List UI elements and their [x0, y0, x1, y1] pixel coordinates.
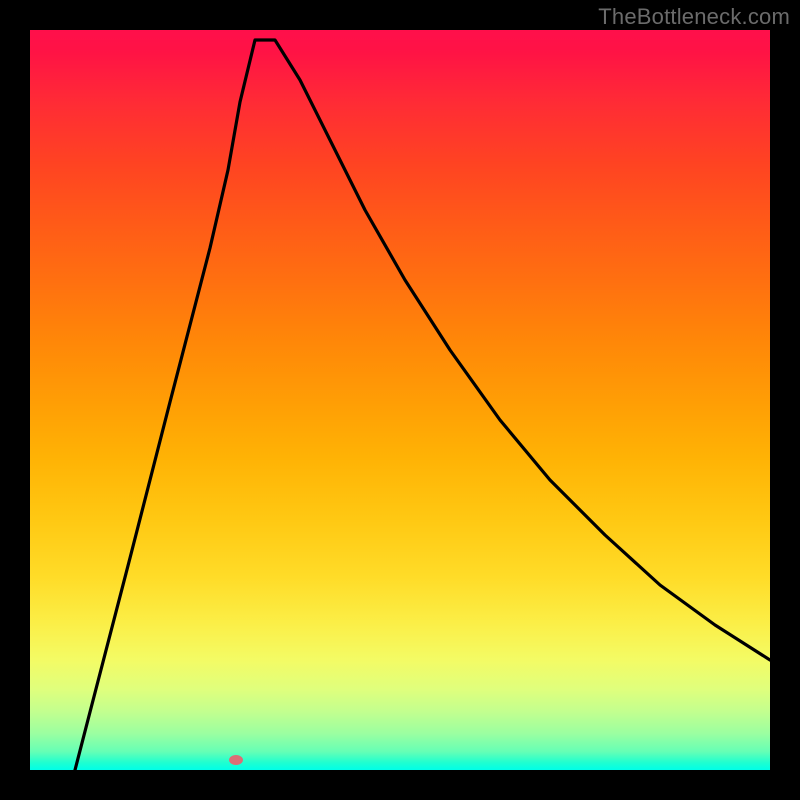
chart-frame: TheBottleneck.com — [0, 0, 800, 800]
watermark-label: TheBottleneck.com — [598, 4, 790, 30]
bottleneck-curve — [75, 40, 770, 770]
minimum-marker — [229, 755, 243, 765]
curve-svg — [30, 30, 770, 770]
plot-area — [30, 30, 770, 770]
